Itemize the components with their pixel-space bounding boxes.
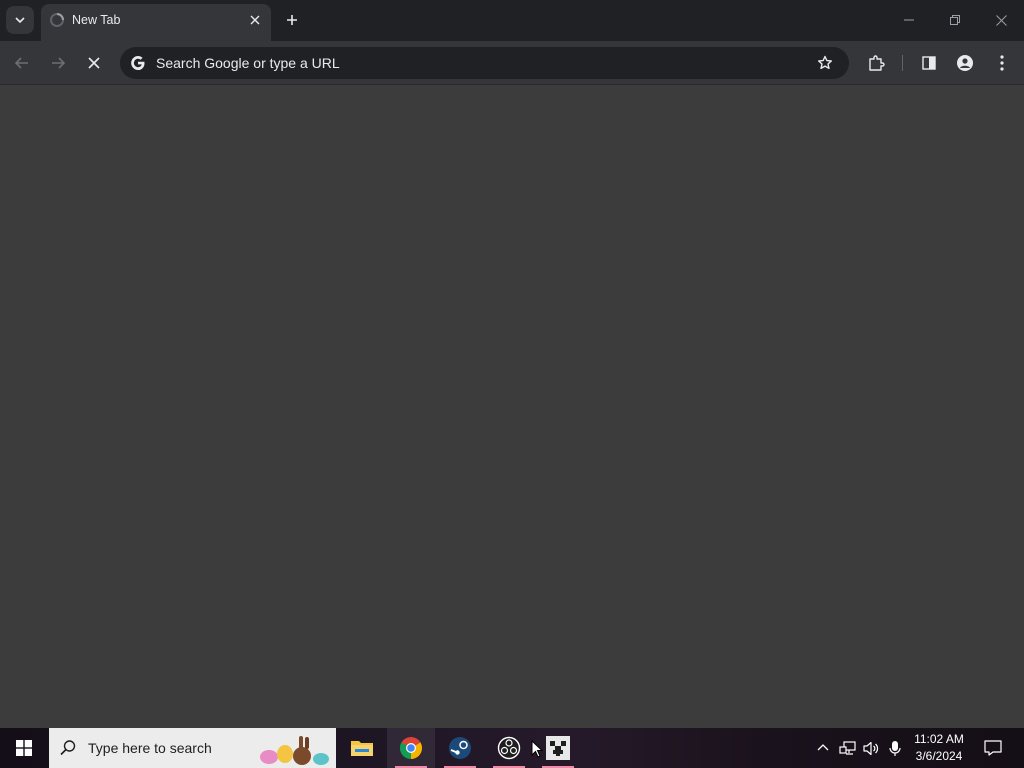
plus-icon: [287, 15, 297, 25]
taskbar-search-box[interactable]: Type here to search: [49, 728, 336, 768]
close-icon: [995, 14, 1007, 26]
tab-close-button[interactable]: [247, 12, 263, 28]
minimize-button[interactable]: [886, 0, 932, 40]
notification-icon: [984, 740, 1002, 756]
clock-time: 11:02 AM: [914, 732, 964, 746]
microphone-tray-button[interactable]: [886, 739, 904, 757]
profile-button[interactable]: [951, 49, 979, 77]
new-tab-button[interactable]: [280, 8, 304, 32]
mouse-cursor-icon: [531, 740, 543, 758]
taskbar-steam[interactable]: [436, 728, 484, 768]
windows-logo-icon: [16, 740, 32, 756]
windows-taskbar: Type here to search 11:02 AM 3/6/2024: [0, 728, 1024, 768]
browser-toolbar: [0, 41, 1024, 85]
browser-titlebar: New Tab: [0, 0, 1024, 41]
tab-new-tab[interactable]: New Tab: [41, 4, 271, 41]
tab-search-button[interactable]: [6, 6, 34, 34]
action-center-button[interactable]: [978, 728, 1008, 768]
restore-button[interactable]: [932, 0, 978, 40]
taskbar-chrome[interactable]: [387, 728, 435, 768]
tab-title: New Tab: [72, 13, 121, 27]
taskbar-search-placeholder: Type here to search: [88, 740, 212, 756]
chrome-menu-button[interactable]: [988, 49, 1016, 77]
folder-icon: [351, 741, 373, 756]
profile-avatar-icon: [957, 55, 973, 71]
bookmark-star-button[interactable]: [813, 51, 837, 75]
network-icon: [838, 740, 856, 755]
taskbar-obs[interactable]: [485, 728, 533, 768]
close-window-button[interactable]: [978, 0, 1024, 40]
page-content: [0, 86, 1024, 728]
back-button[interactable]: [8, 49, 36, 77]
chevron-down-icon: [15, 17, 25, 24]
clock-date: 3/6/2024: [915, 749, 963, 763]
arrow-left-icon: [14, 57, 28, 69]
omnibox[interactable]: [120, 47, 849, 79]
microphone-icon: [889, 740, 901, 756]
close-icon: [88, 57, 100, 69]
toolbar-separator: [902, 55, 903, 71]
forward-button[interactable]: [44, 49, 72, 77]
chrome-icon: [400, 737, 422, 759]
minecraft-icon: [546, 736, 570, 760]
kebab-menu-icon: [1000, 55, 1004, 71]
speaker-icon: [862, 741, 878, 755]
obs-icon: [497, 736, 521, 760]
network-tray-button[interactable]: [838, 739, 856, 757]
side-panel-button[interactable]: [915, 49, 943, 77]
minimize-icon: [904, 19, 914, 21]
show-hidden-icons-button[interactable]: [814, 739, 832, 757]
extensions-button[interactable]: [862, 49, 890, 77]
puzzle-piece-icon: [869, 55, 885, 71]
close-icon: [250, 15, 260, 25]
stop-loading-button[interactable]: [80, 49, 108, 77]
steam-icon: [449, 737, 471, 759]
chevron-up-icon: [817, 744, 829, 751]
easter-eggs-illustration-icon: [260, 736, 329, 765]
restore-icon: [950, 15, 960, 25]
side-panel-icon: [922, 56, 936, 70]
loading-spinner-icon: [50, 13, 64, 27]
search-icon: [60, 740, 76, 756]
taskbar-file-explorer[interactable]: [338, 728, 386, 768]
star-icon: [818, 55, 832, 70]
start-button[interactable]: [0, 728, 48, 768]
omnibox-input[interactable]: [156, 47, 796, 79]
arrow-right-icon: [52, 57, 66, 69]
google-g-icon: [131, 56, 145, 70]
volume-tray-button[interactable]: [862, 739, 880, 757]
taskbar-clock[interactable]: 11:02 AM 3/6/2024: [908, 731, 970, 765]
